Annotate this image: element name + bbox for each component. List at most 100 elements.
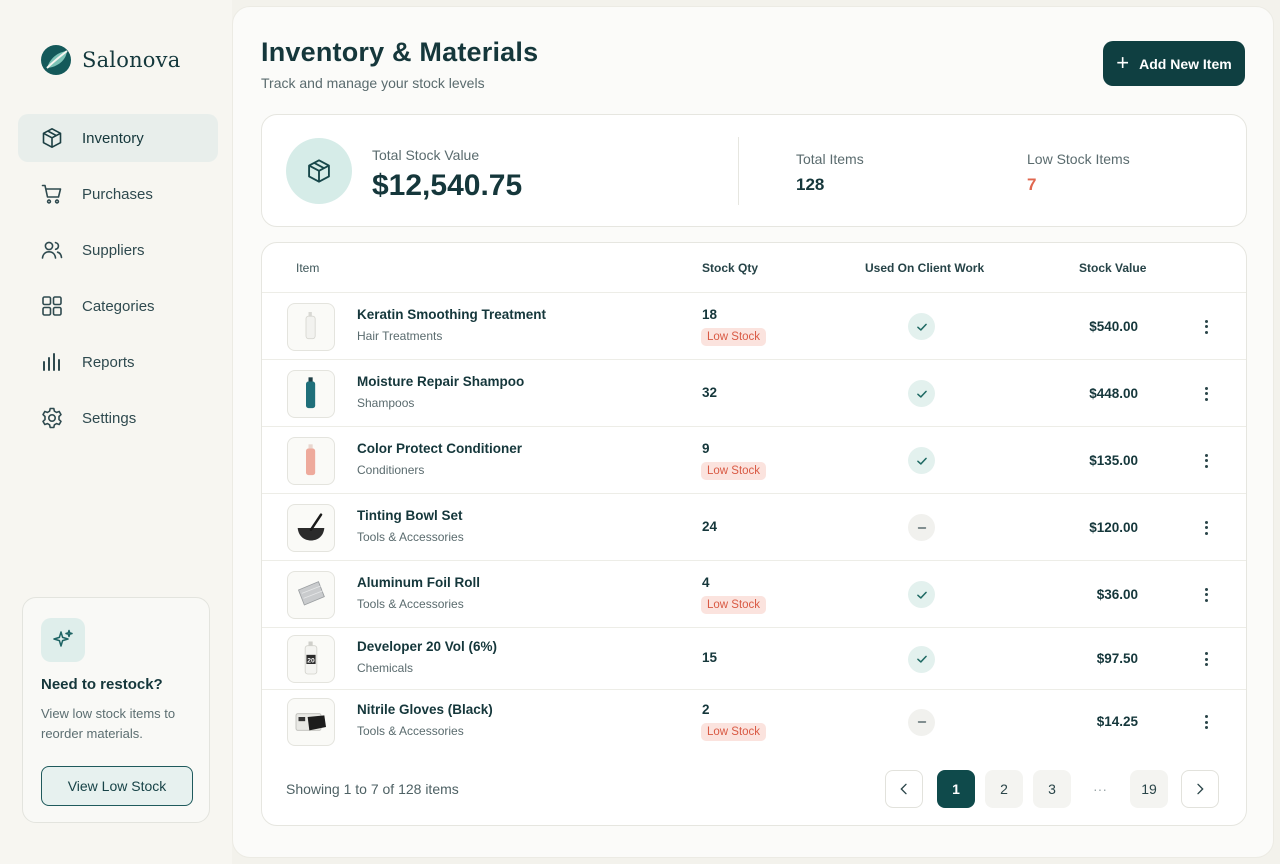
item-category: Hair Treatments	[357, 328, 443, 343]
row-menu-icon[interactable]	[1200, 585, 1212, 605]
page-subtitle: Track and manage your stock levels	[261, 75, 485, 91]
low-stock-badge: Low Stock	[701, 723, 767, 741]
users-icon	[41, 241, 63, 259]
product-thumbnail	[287, 503, 335, 552]
bar-chart-icon	[43, 353, 60, 371]
item-name[interactable]: Tinting Bowl Set	[357, 508, 463, 523]
stock-value: $540.00	[1089, 318, 1138, 334]
stock-qty: 2	[702, 702, 710, 717]
pagination-page[interactable]: 1	[937, 770, 975, 808]
item-category: Conditioners	[357, 462, 425, 477]
used-check-icon	[908, 645, 935, 673]
total-stock-value: $12,540.75	[372, 169, 523, 202]
sidebar-item-label: Settings	[82, 409, 137, 427]
sidebar-item-purchases[interactable]: Purchases	[18, 170, 218, 218]
row-menu-icon[interactable]	[1200, 712, 1212, 732]
product-thumbnail	[287, 302, 335, 351]
row-menu-icon[interactable]	[1200, 384, 1212, 404]
stock-value: $36.00	[1096, 586, 1138, 602]
low-stock-badge: Low Stock	[701, 461, 767, 480]
sidebar-item-suppliers[interactable]: Suppliers	[18, 226, 218, 274]
row-menu-icon[interactable]	[1200, 518, 1212, 538]
table-row[interactable]: Aluminum Foil Roll Tools & Accessories 4 Lo…	[262, 560, 1246, 627]
column-header-stock-value[interactable]: Stock Value	[1079, 261, 1146, 275]
chevron-right-icon	[1197, 783, 1204, 795]
table-row[interactable]: Tinting Bowl Set Tools & Accessories 24 $12…	[262, 493, 1246, 560]
sidebar-item-inventory[interactable]: Inventory	[18, 114, 218, 162]
table-row[interactable]: 20 Developer 20 Vol (6%) Chemicals 15 $97.50	[262, 627, 1246, 689]
gear-icon	[42, 407, 62, 429]
item-name[interactable]: Developer 20 Vol (6%)	[357, 639, 497, 654]
used-check-icon	[908, 447, 935, 474]
table-row[interactable]: Keratin Smoothing Treatment Hair Treatmen…	[262, 292, 1246, 359]
pagination-page[interactable]: 19	[1130, 770, 1168, 808]
pagination-prev-button[interactable]	[885, 770, 923, 808]
used-check-icon	[908, 313, 935, 340]
used-check-icon	[908, 380, 935, 407]
item-name[interactable]: Color Protect Conditioner	[357, 441, 522, 456]
row-menu-icon[interactable]	[1200, 649, 1212, 669]
pagination-ellipsis: ···	[1093, 781, 1107, 797]
stock-value: $97.50	[1096, 651, 1138, 666]
sidebar-item-label: Inventory	[82, 129, 144, 147]
total-stock-value-label: Total Stock Value	[372, 147, 480, 163]
sidebar: Salonova Inventory Purchases Suppliers C…	[0, 0, 232, 864]
sidebar-item-settings[interactable]: Settings	[18, 394, 218, 442]
sidebar-item-label: Categories	[82, 297, 155, 315]
restock-title: Need to restock?	[41, 676, 163, 693]
low-stock-badge: Low Stock	[701, 327, 767, 346]
column-header-stock-qty[interactable]: Stock Qty	[702, 261, 758, 275]
item-name[interactable]: Aluminum Foil Roll	[357, 575, 480, 590]
pagination-summary: Showing 1 to 7 of 128 items	[286, 781, 459, 797]
product-thumbnail: 20	[287, 635, 335, 683]
item-category: Tools & Accessories	[357, 529, 464, 544]
pagination-page[interactable]: 3	[1033, 770, 1071, 808]
item-name[interactable]: Moisture Repair Shampoo	[357, 374, 524, 389]
item-category: Tools & Accessories	[357, 596, 464, 611]
sidebar-item-label: Purchases	[82, 185, 153, 203]
pagination-next-button[interactable]	[1181, 770, 1219, 808]
stock-qty: 24	[702, 518, 718, 534]
brand-logo-icon	[41, 45, 71, 75]
stock-value: $135.00	[1089, 452, 1138, 468]
pagination-page[interactable]: 2	[985, 770, 1023, 808]
table-row[interactable]: Color Protect Conditioner Conditioners 9 Lo…	[262, 426, 1246, 493]
sidebar-item-categories[interactable]: Categories	[18, 282, 218, 330]
column-header-used[interactable]: Used On Client Work	[865, 261, 984, 275]
stock-value: $448.00	[1089, 385, 1138, 401]
stock-qty: 32	[702, 384, 718, 400]
product-thumbnail	[287, 436, 335, 485]
product-thumbnail	[287, 698, 335, 746]
grid-icon	[42, 296, 62, 316]
stock-value: $14.25	[1096, 714, 1138, 729]
item-name[interactable]: Keratin Smoothing Treatment	[357, 307, 546, 322]
low-stock-badge: Low Stock	[701, 595, 767, 614]
add-new-item-button[interactable]: + Add New Item	[1103, 41, 1245, 86]
sidebar-item-reports[interactable]: Reports	[18, 338, 218, 386]
add-new-item-label: Add New Item	[1139, 55, 1232, 72]
column-header-item[interactable]: Item	[296, 261, 319, 275]
sidebar-item-label: Suppliers	[82, 241, 145, 259]
table-row[interactable]: Moisture Repair Shampoo Shampoos 32 $448.00	[262, 359, 1246, 426]
brand[interactable]: Salonova	[40, 44, 180, 76]
table-row[interactable]: Nitrile Gloves (Black) Tools & Accessorie…	[262, 689, 1246, 753]
row-menu-icon[interactable]	[1200, 317, 1212, 337]
product-thumbnail	[287, 369, 335, 418]
inventory-table: Item Stock Qty Used On Client Work Stock…	[261, 242, 1247, 826]
view-low-stock-button[interactable]: View Low Stock	[41, 766, 193, 806]
not-used-dash-icon	[908, 514, 935, 541]
item-name[interactable]: Nitrile Gloves (Black)	[357, 702, 493, 717]
low-stock-items-label: Low Stock Items	[1027, 151, 1130, 167]
cart-icon	[41, 184, 62, 204]
total-items-label: Total Items	[796, 151, 864, 167]
chevron-left-icon	[900, 783, 907, 795]
main-panel: Inventory & Materials Track and manage y…	[232, 6, 1274, 858]
summary-card: Total Stock Value $12,540.75 Total Items…	[261, 114, 1247, 227]
page-title: Inventory & Materials	[261, 37, 539, 67]
used-check-icon	[908, 581, 935, 608]
restock-description: View low stock items to reorder material…	[41, 706, 176, 741]
not-used-dash-icon	[908, 708, 935, 736]
product-thumbnail	[287, 570, 335, 619]
row-menu-icon[interactable]	[1200, 451, 1212, 471]
sidebar-item-label: Reports	[82, 353, 135, 371]
